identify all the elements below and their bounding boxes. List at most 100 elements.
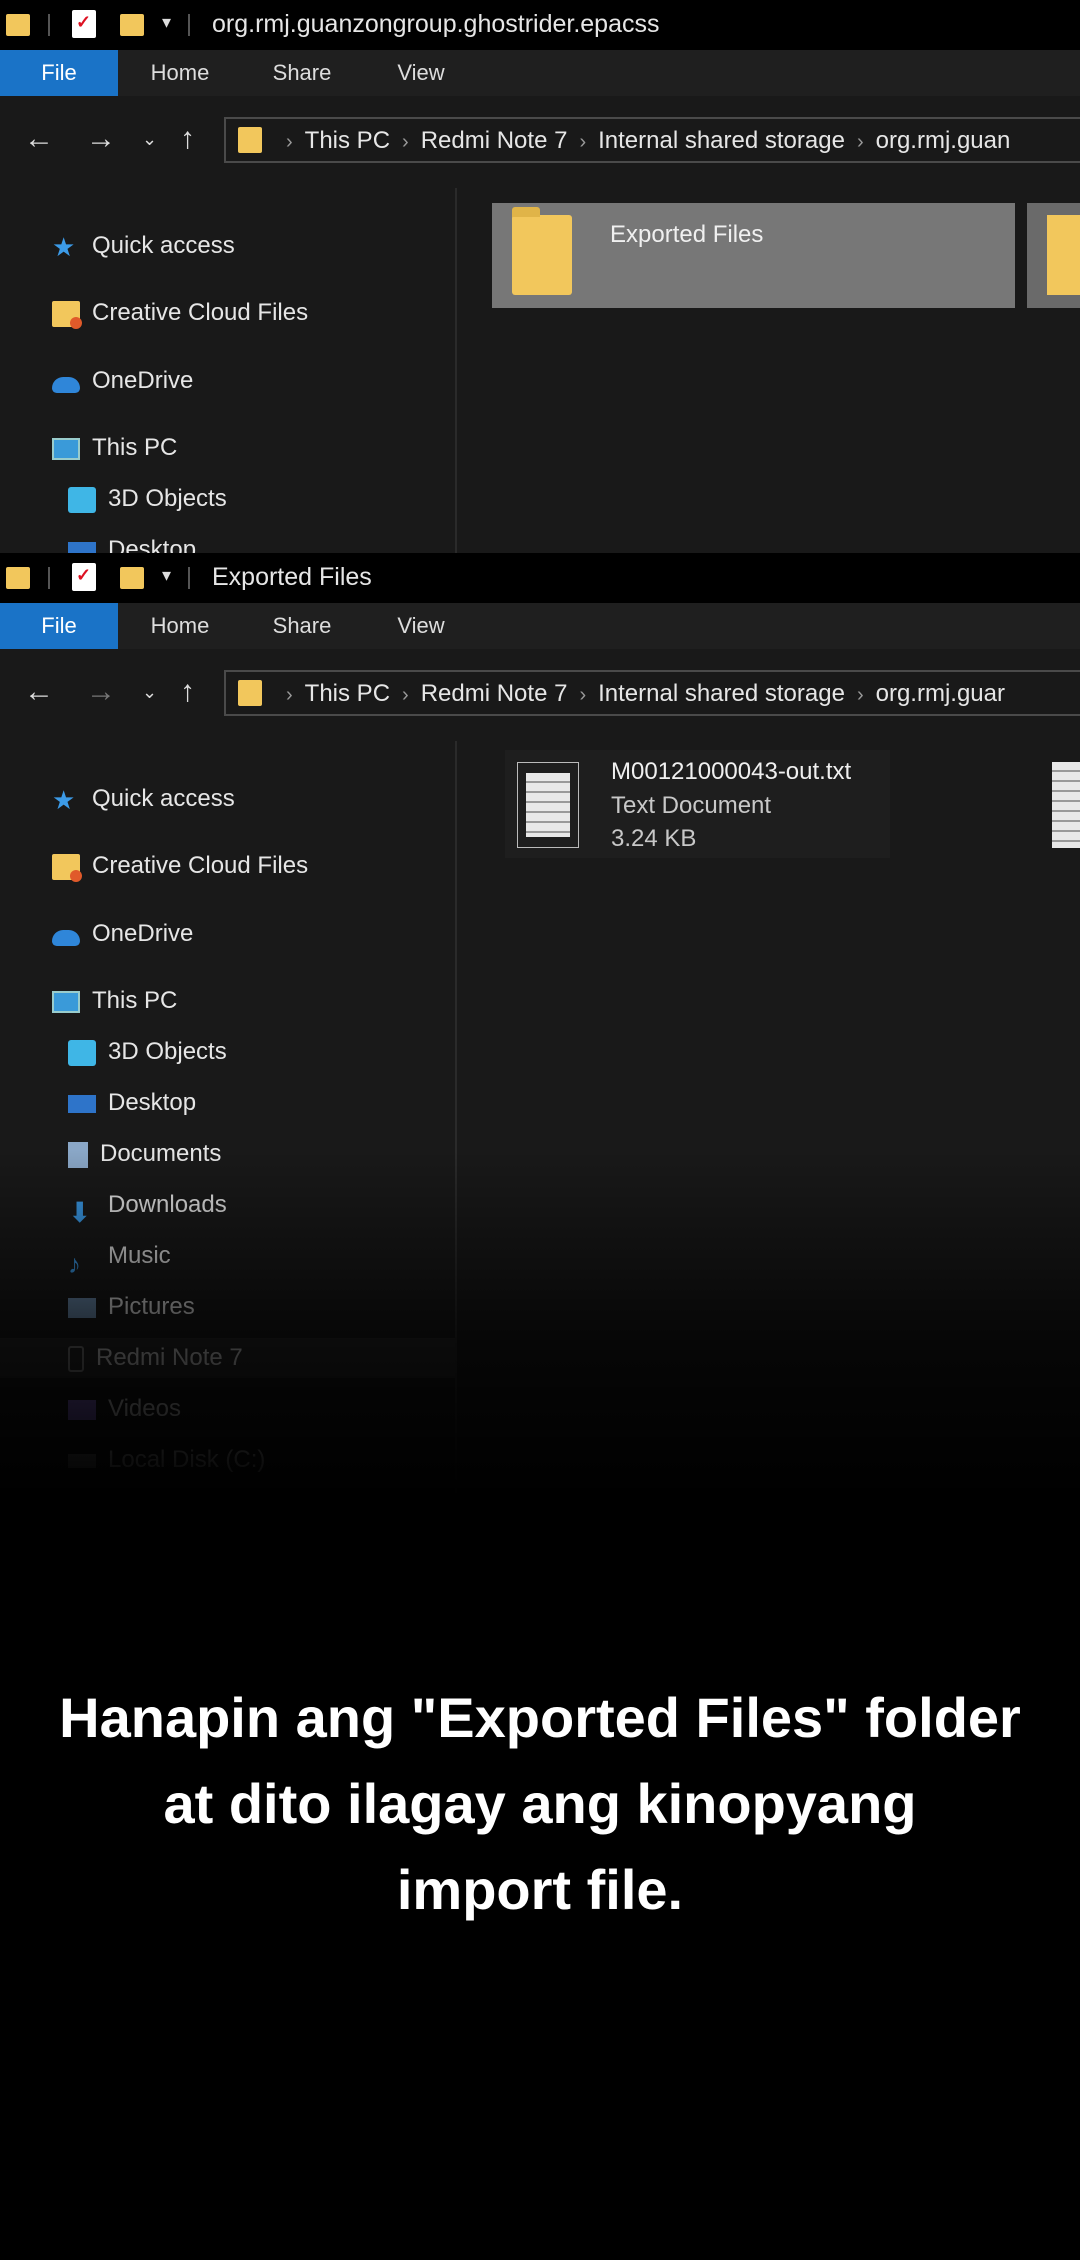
sidebar-item-music[interactable]: ♪ Music <box>68 1236 171 1279</box>
forward-arrow-icon[interactable]: → <box>86 122 116 156</box>
address-bar[interactable]: › This PC › Redmi Note 7 › Internal shared st… <box>224 670 1080 716</box>
ribbon-tabs: File Home Share View <box>0 603 1080 649</box>
instruction-caption: Hanapin ang "Exported Files" folder at d… <box>59 1686 1021 1921</box>
star-icon: ★ <box>52 231 76 262</box>
music-note-icon: ♪ <box>68 1248 81 1279</box>
back-arrow-icon[interactable]: ← <box>24 122 54 156</box>
sidebar-item-desktop[interactable]: Desktop <box>68 1083 196 1123</box>
sidebar-item-3d-objects[interactable]: 3D Objects <box>68 1032 227 1072</box>
breadcrumb: › This PC › Redmi Note 7 › Internal shared st… <box>274 672 1005 716</box>
folder-icon[interactable] <box>6 567 30 589</box>
download-arrow-icon: ⬇ <box>68 1196 92 1228</box>
pane-divider[interactable] <box>455 741 457 1500</box>
chevron-right-icon[interactable]: › <box>286 684 293 706</box>
customize-toolbar-icon[interactable]: ▾ <box>162 12 171 46</box>
sidebar-item-pictures[interactable]: Pictures <box>68 1287 195 1327</box>
explorer-window-parent: ▾ org.rmj.guanzongroup.ghostrider.epacss… <box>0 0 1080 553</box>
navigation-bar: ← → ⌄ ↑ › This PC › Redmi Note 7 › Internal s… <box>0 663 1080 723</box>
sidebar-item-this-pc[interactable]: This PC <box>52 428 177 468</box>
cloud-icon <box>52 929 80 946</box>
sidebar-item-desktop[interactable]: Desktop <box>68 530 196 553</box>
chevron-right-icon[interactable]: › <box>579 131 586 153</box>
tab-file[interactable]: File <box>0 50 118 96</box>
pictures-icon <box>68 1297 96 1318</box>
chevron-right-icon[interactable]: › <box>857 131 864 153</box>
new-folder-icon[interactable] <box>120 567 144 589</box>
tab-share[interactable]: Share <box>262 50 342 96</box>
breadcrumb-internal-storage[interactable]: Internal shared storage <box>598 680 845 707</box>
phone-icon <box>68 1345 84 1372</box>
forward-arrow-icon[interactable]: → <box>86 675 116 709</box>
title-bar: ▾ Exported Files <box>0 553 1080 603</box>
file-type: Text Document <box>611 792 772 819</box>
documents-icon <box>68 1141 88 1168</box>
chevron-right-icon[interactable]: › <box>857 684 864 706</box>
customize-toolbar-icon[interactable]: ▾ <box>162 565 171 599</box>
creative-cloud-folder-icon <box>52 853 82 882</box>
chevron-right-icon[interactable]: › <box>579 684 586 706</box>
text-document-icon[interactable] <box>1052 762 1080 848</box>
sidebar-item-downloads[interactable]: ⬇ Downloads <box>68 1185 227 1228</box>
cube-icon <box>68 1039 96 1066</box>
text-document-icon <box>517 762 579 848</box>
chevron-right-icon[interactable]: › <box>402 684 409 706</box>
navigation-bar: ← → ⌄ ↑ › This PC › Redmi Note 7 › Internal s… <box>0 110 1080 170</box>
sidebar-item-creative-cloud[interactable]: Creative Cloud Files <box>52 293 308 333</box>
sidebar-item-quick-access[interactable]: ★ Quick access <box>52 779 235 819</box>
breadcrumb-redmi-note-7[interactable]: Redmi Note 7 <box>421 680 568 707</box>
folder-icon[interactable] <box>6 14 30 36</box>
folder-icon <box>238 127 262 153</box>
sidebar-item-documents[interactable]: Documents <box>68 1134 221 1174</box>
cloud-icon <box>52 376 80 393</box>
pane-divider[interactable] <box>455 188 457 553</box>
tab-view[interactable]: View <box>383 50 459 96</box>
file-tile-txt[interactable]: M00121000043-out.txt Text Document 3.24 … <box>505 750 890 858</box>
desktop-icon <box>68 1094 96 1113</box>
separator <box>188 14 190 36</box>
sidebar-item-creative-cloud[interactable]: Creative Cloud Files <box>52 846 308 886</box>
tab-home[interactable]: Home <box>140 603 220 649</box>
chevron-right-icon[interactable]: › <box>286 131 293 153</box>
file-name: M00121000043-out.txt <box>611 758 852 785</box>
sidebar-item-onedrive[interactable]: OneDrive <box>52 361 193 401</box>
breadcrumb: › This PC › Redmi Note 7 › Internal shared st… <box>274 119 1010 163</box>
sidebar-item-onedrive[interactable]: OneDrive <box>52 914 193 954</box>
breadcrumb-this-pc[interactable]: This PC <box>305 680 390 707</box>
breadcrumb-redmi-note-7[interactable]: Redmi Note 7 <box>421 127 568 154</box>
tab-home[interactable]: Home <box>140 50 220 96</box>
folder-icon <box>238 680 262 706</box>
breadcrumb-app-folder[interactable]: org.rmj.guan <box>876 127 1011 154</box>
up-arrow-icon[interactable]: ↑ <box>180 675 195 709</box>
folder-tile-exported-files[interactable]: Exported Files <box>492 203 1015 308</box>
recent-locations-chevron-icon[interactable]: ⌄ <box>142 675 157 709</box>
star-icon: ★ <box>52 784 76 815</box>
new-folder-icon[interactable] <box>120 14 144 36</box>
folder-tile-partial[interactable] <box>1027 203 1080 308</box>
sidebar-item-3d-objects[interactable]: 3D Objects <box>68 479 227 519</box>
up-arrow-icon[interactable]: ↑ <box>180 122 195 156</box>
recent-locations-chevron-icon[interactable]: ⌄ <box>142 122 157 156</box>
file-size: 3.24 KB <box>611 825 697 852</box>
sidebar-item-this-pc[interactable]: This PC <box>52 981 177 1021</box>
tab-view[interactable]: View <box>383 603 459 649</box>
chevron-right-icon[interactable]: › <box>402 131 409 153</box>
tab-share[interactable]: Share <box>262 603 342 649</box>
separator <box>188 567 190 589</box>
breadcrumb-internal-storage[interactable]: Internal shared storage <box>598 127 845 154</box>
sidebar-item-local-disk[interactable]: Local Disk (C:) <box>68 1440 265 1480</box>
sidebar-item-quick-access[interactable]: ★ Quick access <box>52 226 235 266</box>
back-arrow-icon[interactable]: ← <box>24 675 54 709</box>
title-bar: ▾ org.rmj.guanzongroup.ghostrider.epacss <box>0 0 1080 50</box>
sidebar-item-videos[interactable]: Videos <box>68 1389 181 1429</box>
creative-cloud-folder-icon <box>52 300 82 329</box>
folder-name: Exported Files <box>610 221 764 248</box>
properties-icon[interactable] <box>72 563 96 591</box>
breadcrumb-this-pc[interactable]: This PC <box>305 127 390 154</box>
breadcrumb-app-folder[interactable]: org.rmj.guar <box>876 680 1005 707</box>
computer-icon <box>52 437 80 460</box>
tab-file[interactable]: File <box>0 603 118 649</box>
separator <box>48 567 50 589</box>
properties-icon[interactable] <box>72 10 96 38</box>
address-bar[interactable]: › This PC › Redmi Note 7 › Internal shared st… <box>224 117 1080 163</box>
sidebar-item-redmi-note-7[interactable]: Redmi Note 7 <box>68 1338 243 1378</box>
